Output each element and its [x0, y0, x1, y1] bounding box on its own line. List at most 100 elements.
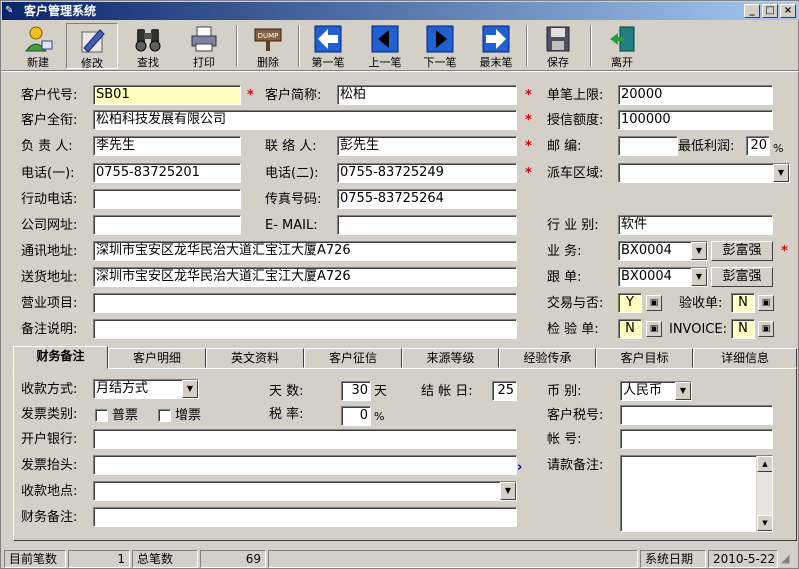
tax-percent-sign: % [374, 410, 385, 423]
resize-grip-icon[interactable]: ◢ [781, 552, 789, 565]
tax-number-field[interactable] [620, 405, 773, 425]
credit-field[interactable]: 100000 [618, 110, 773, 130]
find-button[interactable]: 查找 [122, 23, 174, 69]
invoice-field[interactable]: N [731, 319, 755, 339]
picker-icon[interactable]: ▣ [646, 321, 662, 337]
business-scope-label: 营业项目: [21, 296, 78, 311]
maximize-button[interactable]: □ [762, 4, 778, 18]
current-record-value: 1 [68, 550, 130, 568]
responsible-field[interactable]: 李先生 [93, 136, 241, 156]
phone1-field[interactable]: 0755-83725201 [93, 163, 241, 183]
payment-method-select[interactable]: 月结方式 ▼ [93, 379, 199, 399]
next-record-button[interactable]: 下一笔 [414, 23, 466, 69]
fax-field[interactable]: 0755-83725264 [337, 189, 517, 209]
phone2-field[interactable]: 0755-83725249 [337, 163, 517, 183]
dropdown-arrow-icon[interactable]: ▼ [691, 268, 707, 286]
business-scope-field[interactable] [93, 293, 517, 313]
trade-field[interactable]: Y [618, 293, 642, 313]
picker-icon[interactable]: ▣ [758, 321, 774, 337]
close-button[interactable]: × [780, 4, 796, 18]
days-label: 天 数: [269, 384, 304, 399]
picker-icon[interactable]: ▣ [646, 295, 662, 311]
tab-customer-details[interactable]: 客户明细 [108, 348, 206, 368]
trade-label: 交易与否: [547, 296, 604, 311]
print-button[interactable]: 打印 [178, 23, 230, 69]
collection-place-select[interactable]: ▼ [93, 481, 517, 501]
tax-rate-label: 税 率: [269, 407, 304, 422]
tab-customer-goals[interactable]: 客户目标 [596, 348, 693, 368]
dropdown-arrow-icon[interactable]: ▼ [773, 164, 789, 182]
customer-code-field[interactable]: SB01 [93, 85, 241, 105]
prev-record-button[interactable]: 上一笔 [359, 23, 411, 69]
edit-pen-icon [81, 29, 105, 53]
follow-up-code-select[interactable]: BX0004 ▼ [618, 267, 708, 287]
picker-icon[interactable]: ▣ [758, 295, 774, 311]
app-icon: ✎ [5, 5, 14, 16]
fax-label: 传真号码: [265, 192, 322, 207]
closing-day-field[interactable]: 25 [492, 381, 517, 401]
dispatch-area-label: 派车区域: [547, 166, 604, 181]
contact-field[interactable]: 彭先生 [337, 136, 517, 156]
chevron-right-icon[interactable]: › [517, 459, 522, 477]
currency-select[interactable]: 人民币 ▼ [620, 381, 692, 401]
inspection-field[interactable]: N [618, 319, 642, 339]
tab-english-info[interactable]: 英文资料 [206, 348, 304, 368]
full-name-field[interactable]: 松柏科技发展有限公司 [93, 110, 517, 130]
industry-field[interactable]: 软件 [618, 215, 773, 235]
follow-up-name[interactable]: 彭富强 [711, 267, 773, 287]
dispatch-area-select[interactable]: ▼ [618, 163, 790, 183]
first-record-button[interactable]: 第一笔 [302, 23, 354, 69]
days-field[interactable]: 30 [341, 381, 371, 401]
scrollbar[interactable]: ▲ ▼ [756, 456, 772, 531]
account-field[interactable] [620, 429, 773, 449]
save-button[interactable]: 保存 [532, 23, 584, 69]
dump-sign-icon: DUMP [254, 28, 282, 51]
tab-source-level[interactable]: 来源等级 [402, 348, 499, 368]
dropdown-arrow-icon[interactable]: ▼ [182, 380, 198, 398]
bank-field[interactable] [93, 429, 517, 449]
delete-button[interactable]: DUMP 删除 [242, 23, 294, 69]
billing-note-textarea[interactable]: ▲ ▼ [620, 455, 773, 532]
acceptance-field[interactable]: N [731, 293, 755, 313]
address-field[interactable]: 深圳市宝安区龙华民治大道汇宝江大厦A726 [93, 241, 517, 261]
vat-invoice-checkbox[interactable] [158, 409, 171, 422]
postal-field[interactable] [618, 136, 678, 156]
shipping-address-field[interactable]: 深圳市宝安区龙华民治大道汇宝江大厦A726 [93, 267, 517, 287]
last-record-button[interactable]: 最末笔 [470, 23, 522, 69]
email-field[interactable] [337, 215, 517, 235]
scroll-up-icon[interactable]: ▲ [757, 456, 772, 472]
salesperson-label: 业 务: [547, 244, 582, 259]
short-name-field[interactable]: 松柏 [337, 85, 517, 105]
note-label: 备注说明: [21, 322, 78, 337]
finance-note-field[interactable] [93, 507, 517, 527]
mobile-field[interactable] [93, 189, 241, 209]
dropdown-arrow-icon[interactable]: ▼ [675, 382, 691, 400]
tax-rate-field[interactable]: 0 [341, 406, 371, 426]
note-field[interactable] [93, 319, 517, 339]
invoice-type-label: 发票类别: [21, 407, 78, 422]
website-field[interactable] [93, 215, 241, 235]
edit-button[interactable]: 修改 [66, 23, 118, 70]
invoice-title-field[interactable] [93, 455, 517, 475]
normal-invoice-checkbox[interactable] [95, 409, 108, 422]
tab-finance-notes[interactable]: 财务备注 [13, 346, 108, 369]
tab-credit-check[interactable]: 客户征信 [304, 348, 402, 368]
exit-button[interactable]: 离开 [596, 23, 648, 69]
days-unit: 天 [374, 384, 388, 399]
single-limit-field[interactable]: 20000 [618, 85, 773, 105]
salesperson-code-select[interactable]: BX0004 ▼ [618, 241, 708, 261]
minimize-button[interactable]: _ [744, 4, 760, 18]
salesperson-name[interactable]: 彭富强 [711, 241, 773, 261]
payment-method-label: 收款方式: [21, 382, 78, 397]
new-button[interactable]: 新建 [12, 23, 64, 69]
exit-door-icon [610, 26, 635, 52]
scroll-down-icon[interactable]: ▼ [757, 515, 772, 531]
tab-detail-info[interactable]: 详细信息 [693, 348, 797, 368]
dropdown-arrow-icon[interactable]: ▼ [691, 242, 707, 260]
dropdown-arrow-icon[interactable]: ▼ [500, 482, 516, 500]
arrow-last-icon [482, 25, 510, 53]
tab-experience[interactable]: 经验传承 [499, 348, 596, 368]
floppy-disk-icon [546, 26, 570, 52]
min-profit-field[interactable]: 20 [746, 136, 770, 156]
binoculars-icon [135, 29, 161, 52]
